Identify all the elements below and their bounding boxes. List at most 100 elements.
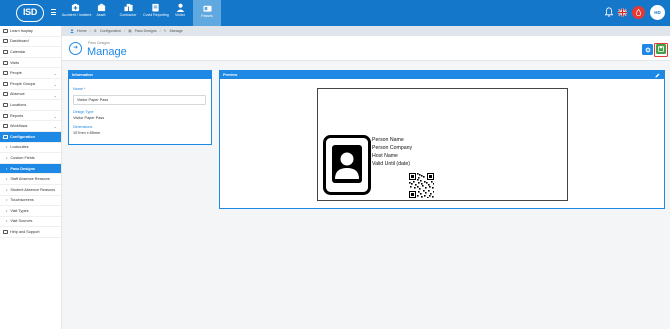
sidebar-item[interactable]: Locations — [0, 100, 61, 111]
user-avatar[interactable]: HD — [650, 5, 665, 20]
back-arrow-icon[interactable]: ➜ — [69, 42, 82, 55]
breadcrumb-configuration[interactable]: Configuration — [100, 26, 121, 36]
save-button[interactable] — [655, 44, 666, 54]
sidebar-item[interactable]: Absence ⌄ — [0, 90, 61, 101]
sidebar-item-label: Workflows — [10, 124, 28, 129]
page-title: Manage — [87, 46, 127, 58]
learn-icon — [3, 28, 8, 33]
sidebar-item-label: Dashboard — [10, 39, 29, 44]
nav-label: Accident / Incident — [62, 13, 92, 17]
menu-toggle-icon[interactable] — [51, 9, 56, 15]
sidebar-item[interactable]: Help and Support — [0, 227, 61, 238]
breadcrumb-separator: / — [159, 29, 161, 33]
sidebar-item[interactable]: Workflows ⌄ — [0, 121, 61, 132]
sidebar-item[interactable]: People Groups ⌄ — [0, 79, 61, 90]
bell-icon[interactable] — [605, 7, 613, 17]
sidebar-item-label: Learn Isoplay — [10, 28, 33, 33]
sidebar-item[interactable]: Learn Isoplay — [0, 26, 61, 37]
breadcrumb-separator: / — [89, 29, 91, 33]
design-type-label: Design Type — [73, 110, 94, 114]
sidebar-item[interactable]: Custom Fields — [0, 153, 61, 164]
chevron-down-icon: ⌄ — [53, 113, 57, 119]
breadcrumb-pass-designs[interactable]: Pass Designs — [135, 26, 157, 36]
sidebar-item[interactable]: Lockouties — [0, 143, 61, 154]
save-button-highlight — [654, 42, 668, 57]
breadcrumb: Home / ⚙ Configuration / ▦ Pass Designs … — [62, 26, 670, 36]
top-bar: ISD Accident / Incident Asset Contractor… — [0, 0, 670, 26]
uk-flag-icon[interactable] — [617, 8, 628, 17]
sidebar-item[interactable]: Staff Absence Reasons — [0, 174, 61, 185]
pass-valid-until: Valid Until (date) — [372, 161, 410, 167]
pencil-small-icon: ✎ — [163, 29, 167, 33]
information-panel-title: Information — [69, 71, 211, 79]
sidebar-item-label: Reports — [10, 113, 24, 118]
passes-icon — [202, 5, 212, 12]
sidebar-item[interactable]: People ⌄ — [0, 68, 61, 79]
gear-icon — [645, 47, 650, 52]
name-input[interactable]: Visitor Paper Pass — [73, 95, 206, 105]
page-header: ➜ Pass Designs Manage — [62, 36, 670, 61]
breadcrumb-manage: Manage — [169, 29, 183, 33]
alert-drop-icon — [636, 9, 641, 16]
sidebar-item[interactable]: Touchscreens — [0, 196, 61, 207]
nav-label: Visitor — [175, 13, 185, 17]
nav-accident-incident[interactable]: Accident / Incident — [62, 1, 92, 25]
chevron-down-icon: ⌄ — [53, 71, 57, 77]
sidebar-item-label: People Groups — [10, 81, 36, 86]
design-type-value: Visitor Paper Pass — [73, 116, 105, 120]
sidebar-item-label: Staff Absence Reasons — [10, 177, 50, 182]
sidebar-item[interactable]: Visit Sources — [0, 217, 61, 228]
nav-asset[interactable]: Asset — [90, 1, 112, 25]
chevron-down-icon: ⌄ — [53, 81, 57, 87]
sidebar-item[interactable]: Visits — [0, 58, 61, 69]
sidebar-item[interactable]: Calendar — [0, 47, 61, 58]
sidebar-item[interactable]: Pass Designs — [0, 163, 61, 175]
sidebar-item[interactable]: Visit Types — [0, 206, 61, 217]
nav-visitor[interactable]: Visitor — [169, 1, 191, 25]
gear-small-icon: ⚙ — [93, 29, 97, 33]
nav-label: Passes — [201, 14, 213, 18]
locations-icon — [3, 102, 8, 107]
edit-pencil-icon[interactable] — [655, 73, 660, 78]
workflows-icon — [3, 124, 8, 129]
app-logo[interactable]: ISD — [16, 4, 44, 22]
person-photo-placeholder-icon — [323, 135, 371, 195]
grid-small-icon: ▦ — [128, 29, 132, 33]
sidebar-item-label: People — [10, 71, 22, 76]
breadcrumb-home[interactable]: Home — [77, 26, 87, 36]
sidebar-item[interactable]: Dashboard — [0, 37, 61, 48]
sidebar-item-label: Calendar — [10, 49, 26, 54]
nav-passes[interactable]: Passes — [193, 0, 221, 26]
user-breadcrumb-icon — [70, 29, 74, 33]
pass-preview-card: Person Name Person Company Host Name Val… — [317, 88, 568, 201]
sidebar-item[interactable]: Student Absence Reasons — [0, 185, 61, 196]
chevron-down-icon: ⌄ — [53, 124, 57, 130]
absence-icon — [3, 92, 8, 97]
dimensions-value: 107mm x 85mm — [73, 131, 101, 135]
configuration-icon — [3, 134, 8, 139]
accident-icon — [71, 3, 79, 12]
sidebar-item[interactable]: Reports ⌄ — [0, 111, 61, 122]
qr-code-icon — [409, 173, 434, 198]
nav-covid-reporting[interactable]: Covid Reporting — [143, 1, 169, 25]
alert-button[interactable] — [632, 6, 645, 19]
nav-label: Asset — [96, 13, 106, 17]
dashboard-icon — [3, 39, 8, 44]
sidebar-item[interactable]: Configuration — [0, 131, 61, 143]
contractor-icon — [123, 3, 133, 12]
name-label-text: Name — [73, 87, 83, 91]
sidebar-item-label: Student Absence Reasons — [10, 187, 56, 192]
sidebar-item-label: Visit Types — [10, 208, 29, 213]
visits-icon — [3, 60, 8, 65]
sidebar-item-label: Help and Support — [10, 230, 40, 235]
save-icon — [657, 46, 664, 52]
dimensions-label: Dimensions — [73, 125, 93, 129]
pass-person-name: Person Name — [372, 137, 404, 143]
asset-icon — [97, 3, 105, 12]
name-label: Name * — [73, 87, 85, 91]
preview-panel-title: Preview — [220, 71, 664, 79]
settings-button[interactable] — [642, 44, 653, 55]
calendar-icon — [3, 49, 8, 54]
chevron-down-icon: ⌄ — [53, 92, 57, 98]
nav-contractor[interactable]: Contractor — [115, 1, 141, 25]
